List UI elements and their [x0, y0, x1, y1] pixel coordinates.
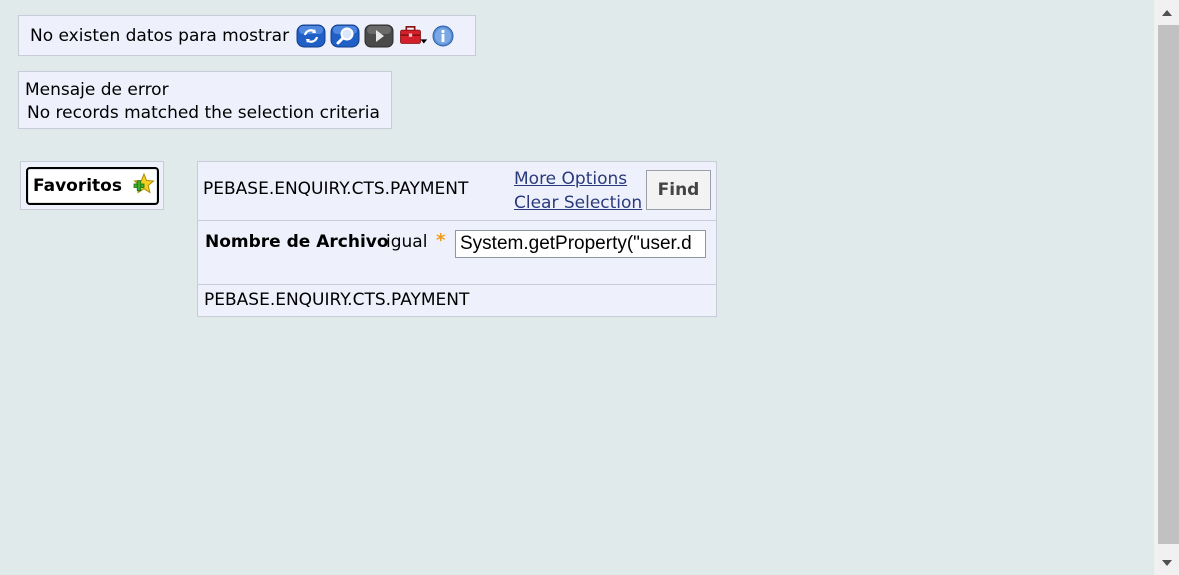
operator-label: igual [386, 232, 428, 252]
toolbox-dropdown-icon[interactable] [398, 24, 428, 48]
field-label: Nombre de Archivo [205, 232, 389, 252]
more-options-link[interactable]: More Options [514, 167, 642, 191]
no-data-message: No existen datos para mostrar [30, 25, 290, 46]
info-icon[interactable] [432, 24, 454, 48]
scrollbar-thumb[interactable] [1158, 25, 1179, 544]
error-title: Mensaje de error [25, 80, 169, 100]
divider [198, 220, 716, 221]
clear-selection-link[interactable]: Clear Selection [514, 191, 642, 215]
favorites-button[interactable]: Favoritos [26, 167, 159, 205]
favorites-label: Favoritos [33, 176, 122, 196]
add-favorite-star-icon [132, 172, 156, 200]
favorites-container: Favoritos [20, 161, 164, 210]
file-name-input[interactable] [455, 230, 706, 258]
scroll-down-arrow-icon[interactable] [1154, 550, 1179, 575]
play-icon[interactable] [364, 24, 394, 48]
toolbar: No existen datos para mostrar [18, 15, 476, 56]
enquiry-footer-name: PEBASE.ENQUIRY.CTS.PAYMENT [204, 290, 470, 310]
required-marker: * [436, 230, 446, 251]
divider [198, 284, 716, 285]
vertical-scrollbar[interactable] [1154, 0, 1179, 575]
error-text: No records matched the selection criteri… [27, 103, 380, 123]
error-message-box: Mensaje de error No records matched the … [18, 71, 392, 129]
enquiry-name: PEBASE.ENQUIRY.CTS.PAYMENT [203, 179, 469, 199]
find-button[interactable]: Find [646, 170, 711, 210]
scroll-up-arrow-icon[interactable] [1154, 0, 1179, 25]
refresh-icon[interactable] [296, 24, 326, 48]
search-icon[interactable] [330, 24, 360, 48]
selection-panel: PEBASE.ENQUIRY.CTS.PAYMENT More Options … [197, 161, 717, 317]
